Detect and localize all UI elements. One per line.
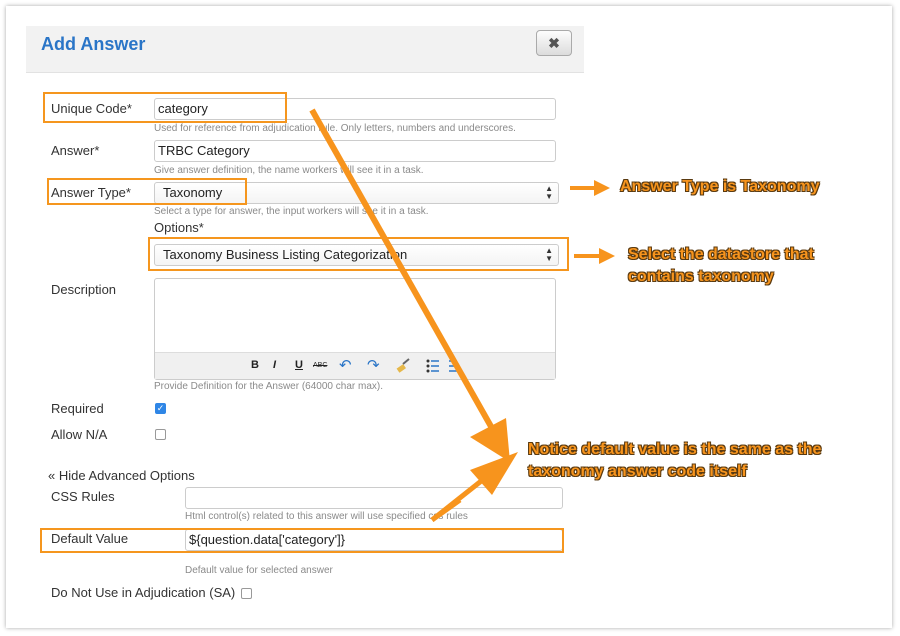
default-callout-line1: Notice default value is the same as the [528, 441, 822, 458]
answer-type-callout: Answer Type is Taxonomy [620, 178, 820, 195]
default-callout-line2: taxonomy answer code itself [528, 463, 747, 480]
datastore-callout-line2: contains taxonomy [628, 268, 774, 285]
datastore-arrow-head [599, 248, 615, 264]
answer-type-arrow-head [594, 180, 610, 196]
long-arrow-line [309, 108, 496, 432]
default-arrow-head [470, 452, 518, 495]
datastore-callout-line1: Select the datastore that [628, 246, 814, 263]
annotation-arrows [309, 108, 615, 523]
default-arrow-shaft [430, 476, 487, 522]
